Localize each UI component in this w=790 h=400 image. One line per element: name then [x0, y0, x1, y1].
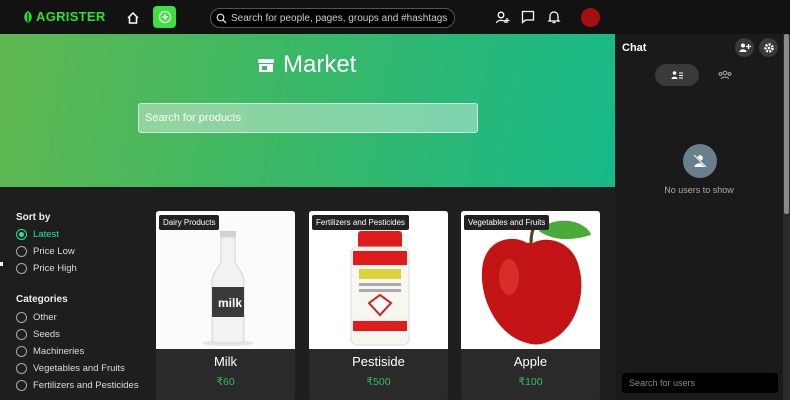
radio-icon[interactable]: [16, 363, 27, 374]
product-name: Apple: [513, 354, 548, 369]
chat-settings-button[interactable]: [759, 38, 778, 57]
page-title-text: Market: [283, 51, 357, 78]
sort-option-label: Latest: [33, 229, 59, 240]
add-friend-button[interactable]: [494, 9, 510, 25]
category-seeds[interactable]: Seeds: [16, 329, 60, 340]
sort-option-latest[interactable]: Latest: [16, 229, 59, 240]
create-post-button[interactable]: [153, 6, 176, 28]
product-card-pestiside[interactable]: Fertilizers and Pesticides Pestiside ₹50…: [309, 211, 448, 400]
radio-icon[interactable]: [16, 380, 27, 391]
product-price: ₹60: [216, 376, 235, 388]
milk-bottle-image: milk: [156, 211, 295, 349]
radio-icon[interactable]: [16, 263, 27, 274]
product-price: ₹100: [518, 376, 543, 388]
category-label: Vegetables and Fruits: [33, 363, 125, 374]
no-user-icon: [683, 144, 717, 178]
chat-empty-text: No users to show: [664, 185, 734, 195]
sort-title: Sort by: [16, 212, 51, 223]
chat-user-search-input[interactable]: [629, 378, 769, 388]
category-fertilizers-pesticides[interactable]: Fertilizers and Pesticides: [16, 380, 139, 391]
radio-icon[interactable]: [16, 246, 27, 257]
add-user-icon: [495, 11, 509, 23]
chat-panel: Chat No users to show: [615, 34, 783, 400]
page-title: Market: [257, 51, 356, 79]
message-icon: [521, 10, 535, 24]
store-icon: [258, 59, 274, 72]
chat-user-search[interactable]: [622, 373, 778, 393]
global-search[interactable]: [210, 8, 455, 28]
sort-option-price-low[interactable]: Price Low: [16, 246, 75, 257]
group-add-button[interactable]: [735, 38, 754, 57]
radio-icon[interactable]: [16, 329, 27, 340]
category-label: Machineries: [33, 346, 85, 357]
svg-text:milk: milk: [218, 296, 242, 310]
home-icon: [127, 11, 139, 24]
pesticide-container-image: [309, 211, 448, 349]
notifications-button[interactable]: [546, 9, 562, 25]
sort-option-price-high[interactable]: Price High: [16, 263, 77, 274]
messages-button[interactable]: [520, 9, 536, 25]
apple-image: [461, 211, 600, 349]
tab-contacts[interactable]: [655, 64, 699, 86]
logo[interactable]: AGRISTER: [22, 9, 106, 24]
category-label: Seeds: [33, 329, 60, 340]
category-badge: Vegetables and Fruits: [464, 215, 550, 230]
product-card-milk[interactable]: milk Dairy Products Milk ₹60: [156, 211, 295, 400]
radio-icon[interactable]: [16, 346, 27, 357]
product-search-input[interactable]: [145, 112, 465, 124]
user-avatar[interactable]: [581, 8, 600, 27]
global-search-input[interactable]: [231, 12, 451, 24]
chat-title: Chat: [622, 42, 647, 54]
sort-option-label: Price High: [33, 263, 77, 274]
radio-selected-icon[interactable]: [16, 229, 27, 240]
gear-icon: [763, 42, 774, 53]
radio-icon[interactable]: [16, 312, 27, 323]
bell-icon: [547, 11, 561, 24]
category-badge: Dairy Products: [159, 215, 220, 230]
category-label: Fertilizers and Pesticides: [33, 380, 139, 391]
product-card-apple[interactable]: Vegetables and Fruits Apple ₹100: [461, 211, 600, 400]
scrollbar-thumb[interactable]: [784, 34, 789, 214]
product-image: [309, 211, 448, 349]
search-icon: [216, 13, 227, 23]
sort-option-label: Price Low: [33, 246, 75, 257]
contacts-icon: [671, 71, 683, 79]
groups-icon: [718, 70, 732, 80]
category-label: Other: [33, 312, 57, 323]
group-add-icon: [739, 43, 751, 52]
category-badge: Fertilizers and Pesticides: [312, 215, 409, 230]
product-price: ₹500: [366, 376, 391, 388]
category-machineries[interactable]: Machineries: [16, 346, 84, 357]
logo-text: AGRISTER: [36, 9, 106, 24]
home-button[interactable]: [123, 8, 143, 28]
product-image: milk: [156, 211, 295, 349]
market-hero: Market: [0, 34, 615, 187]
category-vegetables-fruits[interactable]: Vegetables and Fruits: [16, 363, 125, 374]
product-search[interactable]: [138, 103, 478, 133]
categories-title: Categories: [16, 294, 68, 305]
category-other[interactable]: Other: [16, 312, 57, 323]
product-image: [461, 211, 600, 349]
plus-circle-icon: [158, 10, 171, 24]
product-grid: milk Dairy Products Milk ₹60 Fertilizers…: [150, 187, 615, 400]
tab-groups[interactable]: [703, 64, 747, 86]
product-name: Pestiside: [352, 354, 405, 369]
edge-marker: [0, 262, 3, 266]
filters-panel: Sort by Latest Price Low Price High Cate…: [0, 187, 150, 400]
page-scrollbar[interactable]: [783, 34, 790, 400]
product-name: Milk: [213, 354, 238, 369]
top-navbar: AGRISTER: [0, 0, 790, 34]
leaf-logo-icon: [24, 10, 32, 23]
